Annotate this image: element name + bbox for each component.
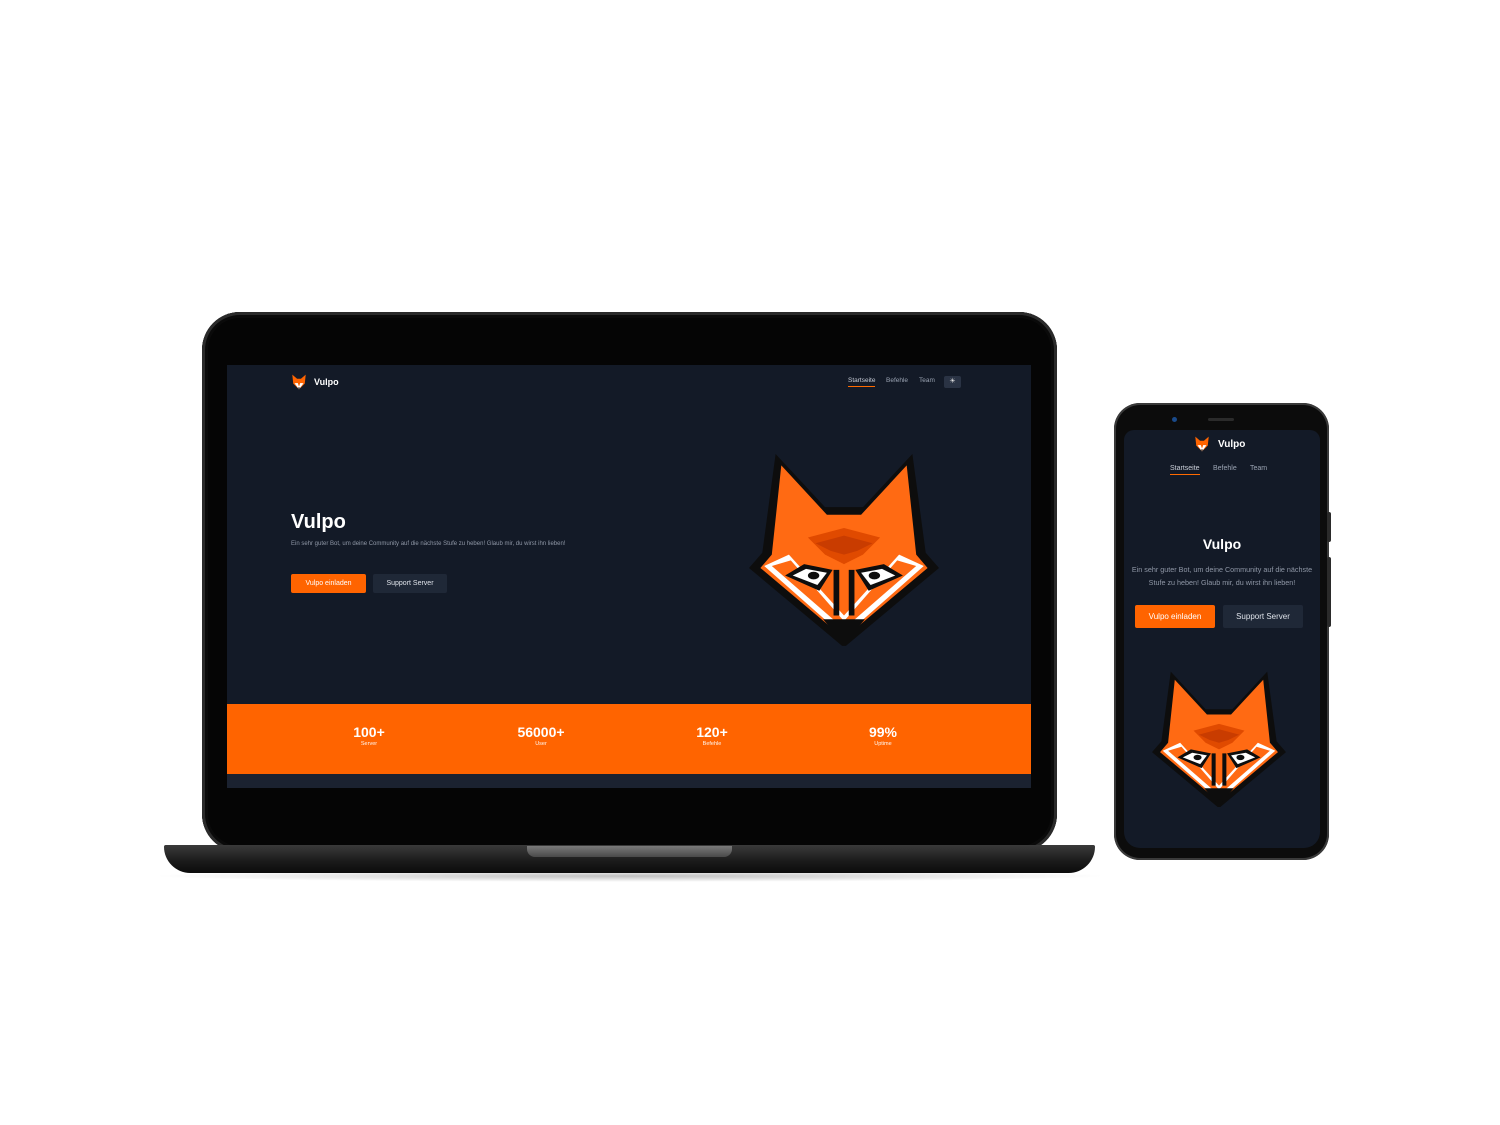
- fox-logo-icon: [292, 374, 306, 390]
- theme-toggle-button[interactable]: ☀: [944, 376, 961, 388]
- stat-label: User: [535, 741, 547, 747]
- stat-value: 100+: [353, 724, 385, 740]
- hero-title: Vulpo: [1202, 536, 1242, 552]
- desktop-website: Vulpo Startseite Befehle Team ☀ Vulpo Ei…: [227, 365, 1031, 788]
- stat-value: 56000+: [517, 724, 565, 740]
- stat-label: Befehle: [702, 741, 722, 747]
- nav-home[interactable]: Startseite: [1170, 465, 1200, 475]
- phone-side-button: [1327, 512, 1331, 542]
- stat-commands: 120+ Befehle: [652, 724, 772, 748]
- navbar: Vulpo Startseite Befehle Team ☀: [227, 365, 1031, 401]
- support-server-button[interactable]: Support Server: [1223, 605, 1303, 628]
- nav-commands[interactable]: Befehle: [1213, 465, 1237, 472]
- nav-team[interactable]: Team: [1250, 465, 1267, 472]
- sun-icon: ☀: [949, 378, 956, 385]
- stat-uptime: 99% Uptime: [823, 724, 943, 748]
- fox-mascot-icon: [749, 453, 939, 646]
- nav-home[interactable]: Startseite: [848, 377, 876, 387]
- fox-mascot-icon: [1152, 671, 1286, 808]
- nav-team[interactable]: Team: [919, 377, 935, 384]
- fox-logo-icon: [1195, 436, 1209, 452]
- brand-name[interactable]: Vulpo: [314, 377, 339, 387]
- phone-camera: [1172, 417, 1177, 422]
- hero-description: Ein sehr guter Bot, um deine Community a…: [291, 541, 566, 547]
- nav-commands[interactable]: Befehle: [886, 377, 908, 384]
- hero-title: Vulpo: [291, 511, 346, 533]
- footer-strip: [227, 774, 1031, 788]
- stat-label: Uptime: [874, 741, 892, 747]
- laptop-notch: [527, 846, 732, 857]
- stat-servers: 100+ Server: [309, 724, 429, 748]
- stat-value: 99%: [868, 724, 898, 740]
- brand-name[interactable]: Vulpo: [1218, 439, 1245, 450]
- stats-band: 100+ Server 56000+ User 120+ Befehle 99%…: [227, 704, 1031, 774]
- stat-value: 120+: [696, 724, 728, 740]
- phone-speaker: [1208, 418, 1234, 421]
- phone-volume-button: [1327, 557, 1331, 627]
- stat-users: 56000+ User: [481, 724, 601, 748]
- hero-description: Ein sehr guter Bot, um deine Community a…: [1131, 565, 1313, 587]
- invite-button[interactable]: Vulpo einladen: [291, 574, 366, 593]
- support-server-button[interactable]: Support Server: [373, 574, 447, 593]
- invite-button[interactable]: Vulpo einladen: [1135, 605, 1215, 628]
- mobile-website: Vulpo Startseite Befehle Team Vulpo Ein …: [1124, 430, 1320, 848]
- stat-label: Server: [360, 741, 378, 747]
